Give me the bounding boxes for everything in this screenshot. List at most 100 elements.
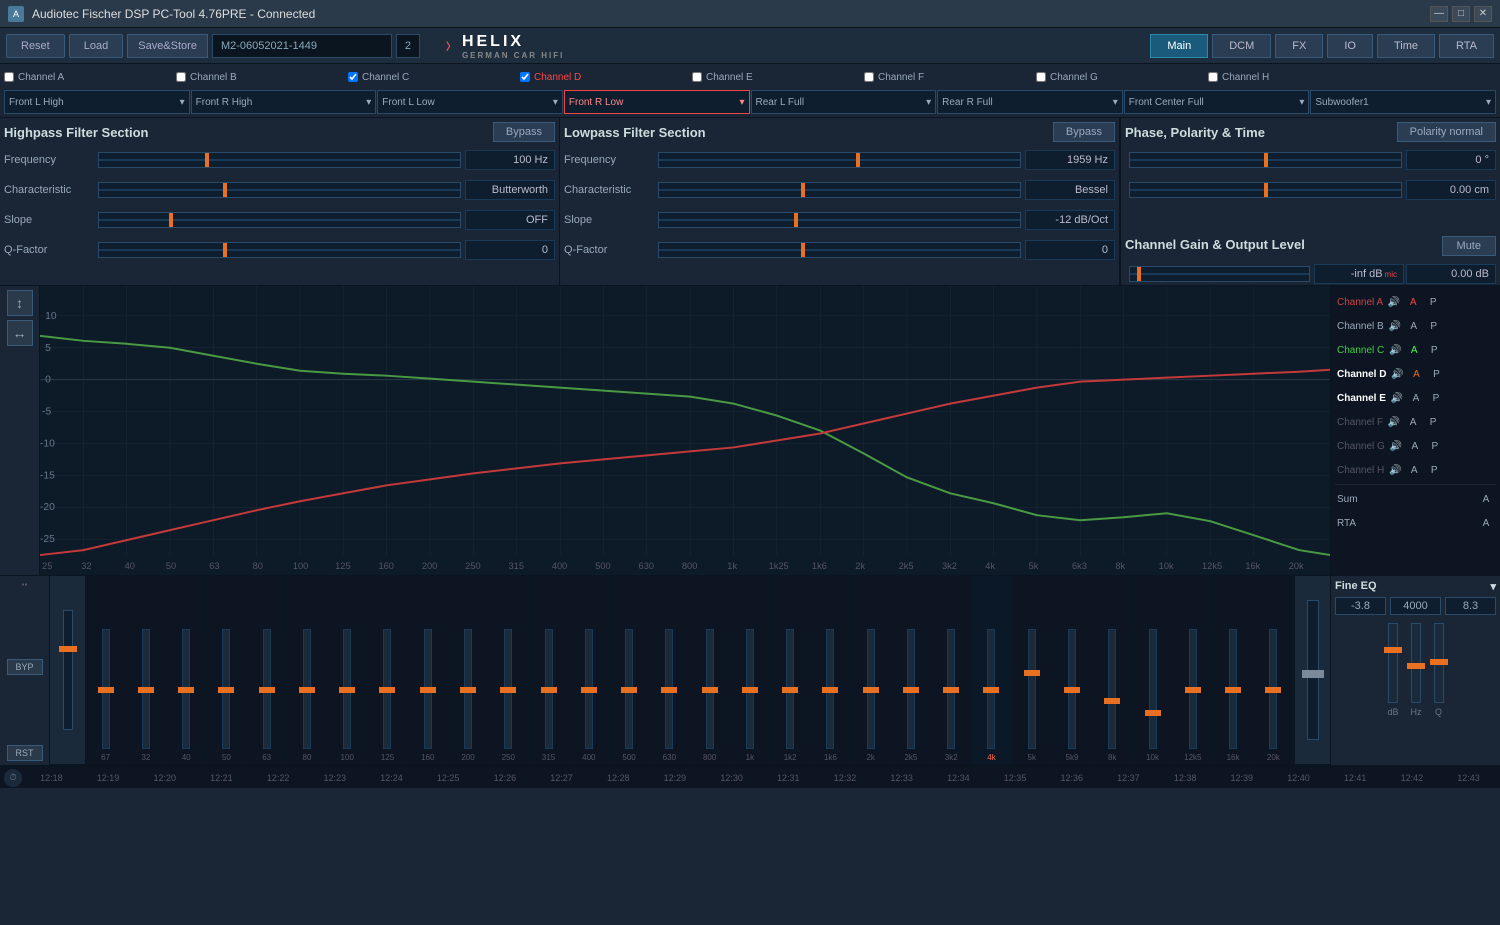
eq-band-400[interactable]: 400 <box>569 576 609 764</box>
eq-band-2k[interactable]: 2k <box>851 576 891 764</box>
channel-a-checkbox[interactable] <box>4 72 14 82</box>
channel-g-checkbox[interactable] <box>1036 72 1046 82</box>
hp-slope-slider[interactable] <box>98 212 461 228</box>
fine-q-slider[interactable] <box>1434 623 1444 703</box>
eq-band-1k[interactable]: 1k <box>730 576 770 764</box>
channel-f-select[interactable]: Rear R Full▾ <box>937 90 1123 114</box>
eq-reset-button[interactable]: RST <box>7 745 43 761</box>
polarity-button[interactable]: Polarity normal <box>1397 122 1496 142</box>
ch-f-p[interactable]: P <box>1425 415 1441 429</box>
nav-time[interactable]: Time <box>1377 34 1435 58</box>
eq-band-2k5[interactable]: 2k5 <box>891 576 931 764</box>
channel-list-item-g[interactable]: Channel G 🔊 A P <box>1335 434 1496 458</box>
eq-band-32[interactable]: 32 <box>126 576 166 764</box>
ch-d-p[interactable]: P <box>1428 367 1444 381</box>
highpass-bypass-button[interactable]: Bypass <box>493 122 555 142</box>
channel-b-select[interactable]: Front R High▾ <box>191 90 377 114</box>
eq-band-250[interactable]: 250 <box>489 576 529 764</box>
hp-q-slider[interactable] <box>98 242 461 258</box>
channel-list-item-f[interactable]: Channel F 🔊 A P <box>1335 410 1496 434</box>
ch-e-p[interactable]: P <box>1428 391 1444 405</box>
ch-e-badge[interactable]: A <box>1408 391 1424 405</box>
minimize-button[interactable]: — <box>1430 6 1448 22</box>
ch-h-p[interactable]: P <box>1426 463 1442 477</box>
lp-freq-slider[interactable] <box>658 152 1021 168</box>
eq-band-40[interactable]: 40 <box>167 576 207 764</box>
eq-band-500[interactable]: 500 <box>609 576 649 764</box>
eq-band-4k[interactable]: 4k <box>972 576 1012 764</box>
eq-band-67[interactable]: 67 <box>86 576 126 764</box>
eq-band-630[interactable]: 630 <box>650 576 690 764</box>
channel-a-select[interactable]: Front L High▾ <box>4 90 190 114</box>
channel-e-select[interactable]: Rear L Full▾ <box>751 90 937 114</box>
channel-e-checkbox[interactable] <box>692 72 702 82</box>
eq-band-10k[interactable]: 10k <box>1133 576 1173 764</box>
zoom-in-button[interactable]: ↕ <box>7 290 33 316</box>
nav-rta[interactable]: RTA <box>1439 34 1494 58</box>
eq-band-5k[interactable]: 5k <box>1012 576 1052 764</box>
ch-g-badge[interactable]: A <box>1407 439 1423 453</box>
ch-g-p[interactable]: P <box>1427 439 1443 453</box>
channel-c-select[interactable]: Front L Low▾ <box>377 90 563 114</box>
phase-slider[interactable] <box>1129 152 1402 168</box>
save-button[interactable]: Save&Store <box>127 34 208 58</box>
nav-io[interactable]: IO <box>1327 34 1373 58</box>
channel-h-select[interactable]: Subwoofer1▾ <box>1310 90 1496 114</box>
ch-c-p[interactable]: P <box>1426 343 1442 357</box>
hp-freq-slider[interactable] <box>98 152 461 168</box>
nav-dcm[interactable]: DCM <box>1212 34 1271 58</box>
lp-q-slider[interactable] <box>658 242 1021 258</box>
eq-band-63[interactable]: 63 <box>247 576 287 764</box>
channel-list-item-b[interactable]: Channel B 🔊 A P <box>1335 314 1496 338</box>
maximize-button[interactable]: □ <box>1452 6 1470 22</box>
mute-button[interactable]: Mute <box>1442 236 1496 256</box>
eq-band-16k[interactable]: 16k <box>1213 576 1253 764</box>
eq-band-800[interactable]: 800 <box>690 576 730 764</box>
time-slider[interactable] <box>1129 182 1402 198</box>
rta-badge[interactable]: A <box>1478 516 1494 530</box>
nav-fx[interactable]: FX <box>1275 34 1323 58</box>
nav-main[interactable]: Main <box>1150 34 1208 58</box>
eq-band-5k9[interactable]: 5k9 <box>1052 576 1092 764</box>
eq-band-125[interactable]: 125 <box>368 576 408 764</box>
zoom-out-button[interactable]: ↔ <box>7 320 33 346</box>
eq-band-1k2[interactable]: 1k2 <box>771 576 811 764</box>
ch-h-badge[interactable]: A <box>1406 463 1422 477</box>
ch-c-badge[interactable]: A <box>1406 343 1422 357</box>
gain-slider[interactable] <box>1129 266 1310 282</box>
channel-list-rta[interactable]: RTA A <box>1335 511 1496 535</box>
channel-list-sum[interactable]: Sum A <box>1335 487 1496 511</box>
graph-canvas-area[interactable]: 10 5 0 -5 -10 -15 -20 -25 25 32 40 50 63… <box>40 286 1330 575</box>
channel-d-select[interactable]: Front R Low▾ <box>564 90 750 114</box>
eq-band-12k5[interactable]: 12k5 <box>1173 576 1213 764</box>
channel-list-item-h[interactable]: Channel H 🔊 A P <box>1335 458 1496 482</box>
load-button[interactable]: Load <box>69 34 123 58</box>
eq-band-3k2[interactable]: 3k2 <box>932 576 972 764</box>
channel-b-checkbox[interactable] <box>176 72 186 82</box>
preset-name-input[interactable] <box>212 34 392 58</box>
reset-button[interactable]: Reset <box>6 34 65 58</box>
channel-c-checkbox[interactable] <box>348 72 358 82</box>
eq-band-8k[interactable]: 8k <box>1093 576 1133 764</box>
eq-band-20k[interactable]: 20k <box>1254 576 1294 764</box>
lowpass-bypass-button[interactable]: Bypass <box>1053 122 1115 142</box>
channel-list-item-d[interactable]: Channel D 🔊 A P <box>1335 362 1496 386</box>
channel-h-checkbox[interactable] <box>1208 72 1218 82</box>
ch-b-badge[interactable]: A <box>1406 319 1422 333</box>
channel-d-checkbox[interactable] <box>520 72 530 82</box>
eq-bypass-button[interactable]: BYP <box>7 659 43 675</box>
ch-f-badge[interactable]: A <box>1405 415 1421 429</box>
eq-band-50[interactable]: 50 <box>207 576 247 764</box>
channel-g-select[interactable]: Front Center Full▾ <box>1124 90 1310 114</box>
eq-band-80[interactable]: 80 <box>287 576 327 764</box>
ch-a-badge[interactable]: A <box>1405 295 1421 309</box>
ch-b-p[interactable]: P <box>1426 319 1442 333</box>
eq-band-200[interactable]: 200 <box>448 576 488 764</box>
eq-master-band[interactable] <box>50 576 86 764</box>
fine-eq-expand[interactable]: ▾ <box>1490 580 1496 593</box>
eq-band-315[interactable]: 315 <box>529 576 569 764</box>
eq-band-1k6[interactable]: 1k6 <box>811 576 851 764</box>
channel-list-item-e[interactable]: Channel E 🔊 A P <box>1335 386 1496 410</box>
ch-d-badge[interactable]: A <box>1408 367 1424 381</box>
close-button[interactable]: ✕ <box>1474 6 1492 22</box>
